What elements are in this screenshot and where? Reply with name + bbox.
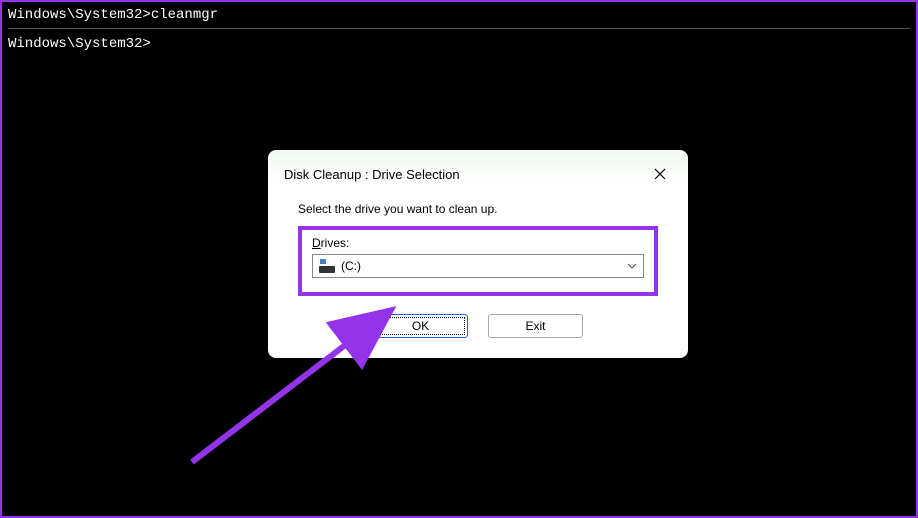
drive-selector[interactable]: (C:) [312, 254, 644, 278]
exit-button[interactable]: Exit [488, 314, 583, 338]
close-button[interactable] [648, 162, 672, 186]
drive-icon [319, 259, 335, 273]
close-icon [654, 168, 666, 180]
instruction-text: Select the drive you want to clean up. [298, 202, 658, 216]
drives-label: Drives: [312, 236, 644, 250]
ok-button[interactable]: OK [373, 314, 468, 338]
dialog-header: Disk Cleanup : Drive Selection [268, 150, 688, 194]
button-row: OK Exit [268, 314, 688, 338]
selected-drive-text: (C:) [341, 259, 627, 273]
terminal-separator [8, 28, 910, 29]
terminal-prompt[interactable]: Windows\System32> [8, 35, 910, 55]
disk-cleanup-dialog: Disk Cleanup : Drive Selection Select th… [268, 150, 688, 358]
terminal-line-1: Windows\System32>cleanmgr [8, 6, 910, 26]
chevron-down-icon [627, 261, 637, 272]
terminal-window: Windows\System32>cleanmgr Windows\System… [2, 2, 916, 58]
dialog-body: Select the drive you want to clean up. D… [268, 194, 688, 314]
drives-highlight-box: Drives: (C:) [298, 226, 658, 296]
dialog-title: Disk Cleanup : Drive Selection [284, 167, 460, 182]
